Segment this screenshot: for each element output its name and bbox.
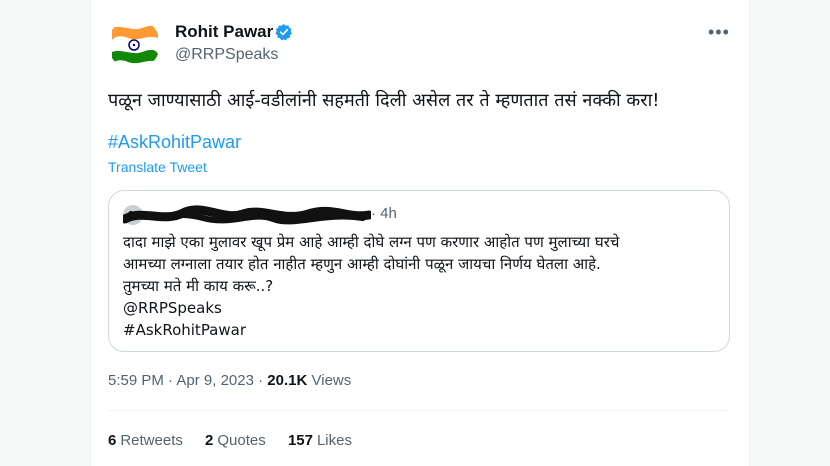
views-count: 20.1K [267,372,308,389]
tweet-date[interactable]: Apr 9, 2023 [176,372,254,389]
quoted-tweet-card[interactable]: · 4h दादा माझे एका मुलावर खूप प्रेम आहे … [108,190,730,352]
quotes-count: 2 [205,432,214,449]
retweets-stat[interactable]: 6 Retweets [108,432,183,449]
right-sidebar-strip [749,0,830,466]
more-options-icon[interactable]: ••• [708,22,730,43]
engagement-stats: 6 Retweets 2 Quotes 157 Likes [108,432,370,449]
quoted-line: तुमच्या मते मी काय करू..? [123,277,274,295]
likes-label: Likes [316,432,352,449]
tweet-text: पळून जाण्यासाठी आई-वडीलांनी सहमती दिली अ… [108,90,660,111]
quoted-line: दादा माझे एका मुलावर खूप प्रेम आहे आम्ही… [123,233,620,251]
quoted-line: आमच्या लग्नाला तयार होत नाहीत म्हणुन आम्… [123,255,601,273]
tweet-meta: 5:59 PM · Apr 9, 2023 · 20.1K Views [108,372,351,389]
tweet-time[interactable]: 5:59 PM [108,372,164,389]
quoted-line: @RRPSpeaks [123,299,222,317]
author-display-name[interactable]: Rohit Pawar [175,22,273,42]
tweet-hashtag-link[interactable]: #AskRohitPawar [108,132,241,153]
quoted-line: #AskRohitPawar [123,321,247,339]
meta-separator: · [258,372,264,389]
verified-badge-icon [275,24,292,41]
translate-tweet-link[interactable]: Translate Tweet [108,159,207,175]
tweet-card: Rohit Pawar @RRPSpeaks ••• पळून जाण्यासा… [90,0,750,466]
author-avatar[interactable] [108,18,160,70]
quoted-tweet-text: दादा माझे एका मुलावर खूप प्रेम आहे आम्ही… [123,231,723,341]
views-label: Views [311,372,352,389]
likes-count: 157 [287,432,313,449]
retweets-count: 6 [108,432,117,449]
author-handle[interactable]: @RRPSpeaks [175,46,278,64]
left-sidebar-strip [0,0,91,466]
quotes-stat[interactable]: 2 Quotes [205,432,266,449]
quotes-label: Quotes [217,432,266,449]
quoted-timestamp[interactable]: · 4h [371,205,397,222]
meta-separator: · [168,372,174,389]
divider [108,410,730,411]
redaction-scribble [123,205,371,225]
retweets-label: Retweets [120,432,183,449]
likes-stat[interactable]: 157 Likes [288,432,352,449]
india-flag-icon [108,18,160,70]
